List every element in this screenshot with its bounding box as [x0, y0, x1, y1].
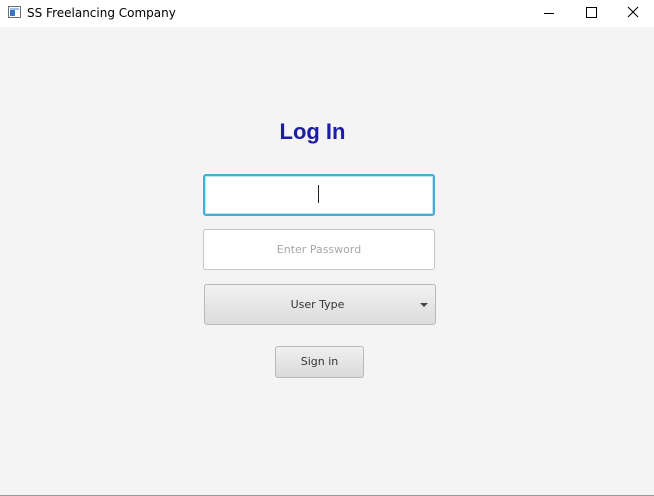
user-type-selected-value: User Type	[290, 298, 345, 311]
app-icon	[8, 6, 21, 18]
maximize-icon	[586, 7, 597, 18]
login-heading: Log In	[279, 119, 346, 144]
title-bar[interactable]: SS Freelancing Company	[0, 0, 654, 27]
user-type-select[interactable]: User Type	[204, 284, 436, 325]
sign-in-button[interactable]: Sign in	[275, 346, 364, 378]
chevron-down-icon	[420, 303, 428, 307]
username-input[interactable]	[203, 174, 435, 216]
login-window: SS Freelancing Company Log In User Type …	[0, 0, 654, 496]
maximize-button[interactable]	[568, 0, 614, 27]
text-cursor	[318, 185, 319, 203]
password-input[interactable]	[203, 229, 435, 270]
minimize-button[interactable]	[526, 0, 572, 27]
minimize-icon	[544, 13, 554, 14]
close-icon	[627, 6, 639, 18]
close-button[interactable]	[610, 0, 654, 27]
window-title: SS Freelancing Company	[27, 6, 176, 20]
